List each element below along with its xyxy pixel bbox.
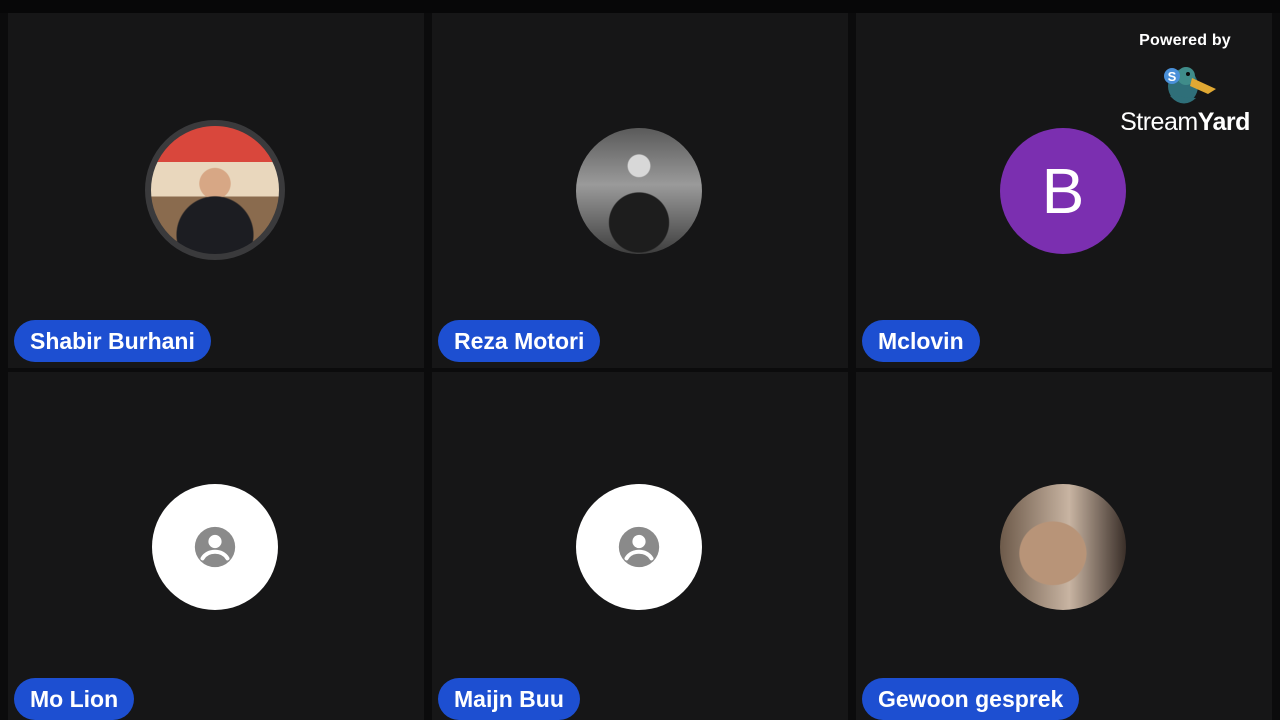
participant-name-label: Maijn Buu xyxy=(438,678,580,720)
avatar xyxy=(1000,484,1126,610)
brand-bold: Yard xyxy=(1197,108,1251,136)
participant-name-label: Mo Lion xyxy=(14,678,135,720)
avatar xyxy=(576,128,702,254)
streamyard-duck-icon: S xyxy=(1164,67,1216,104)
participant-tile-mo-lion: Mo Lion xyxy=(8,372,424,720)
powered-by-label: Powered by xyxy=(1139,32,1231,49)
user-placeholder-icon xyxy=(194,526,236,568)
avatar xyxy=(145,120,285,260)
avatar xyxy=(576,484,702,610)
participant-name-label: Mclovin xyxy=(862,320,980,362)
participant-name-label: Reza Motori xyxy=(438,320,601,362)
avatar-initial: B xyxy=(1041,155,1085,227)
participant-tile-maijn-buu: Maijn Buu xyxy=(432,372,848,720)
streamyard-wordmark: StreamYard xyxy=(1110,108,1260,137)
user-placeholder-icon xyxy=(618,526,660,568)
participant-tile-shabir-burhani: Shabir Burhani xyxy=(8,13,424,368)
streamyard-stage: Shabir Burhani Reza Motori B Mclovin Mo … xyxy=(0,0,1280,720)
participant-name-label: Gewoon gesprek xyxy=(862,678,1080,720)
participant-tile-reza-motori: Reza Motori xyxy=(432,13,848,368)
svg-text:S: S xyxy=(1168,69,1177,84)
brand-regular: Stream xyxy=(1120,108,1198,136)
top-bar xyxy=(0,0,1280,13)
avatar xyxy=(152,484,278,610)
streamyard-branding: Powered by S StreamYard xyxy=(1110,32,1260,137)
participant-name-label: Shabir Burhani xyxy=(14,320,211,362)
avatar: B xyxy=(1000,128,1126,254)
participant-tile-gewoon-gesprek: Gewoon gesprek xyxy=(856,372,1272,720)
participant-grid: Shabir Burhani Reza Motori B Mclovin Mo … xyxy=(8,13,1272,720)
